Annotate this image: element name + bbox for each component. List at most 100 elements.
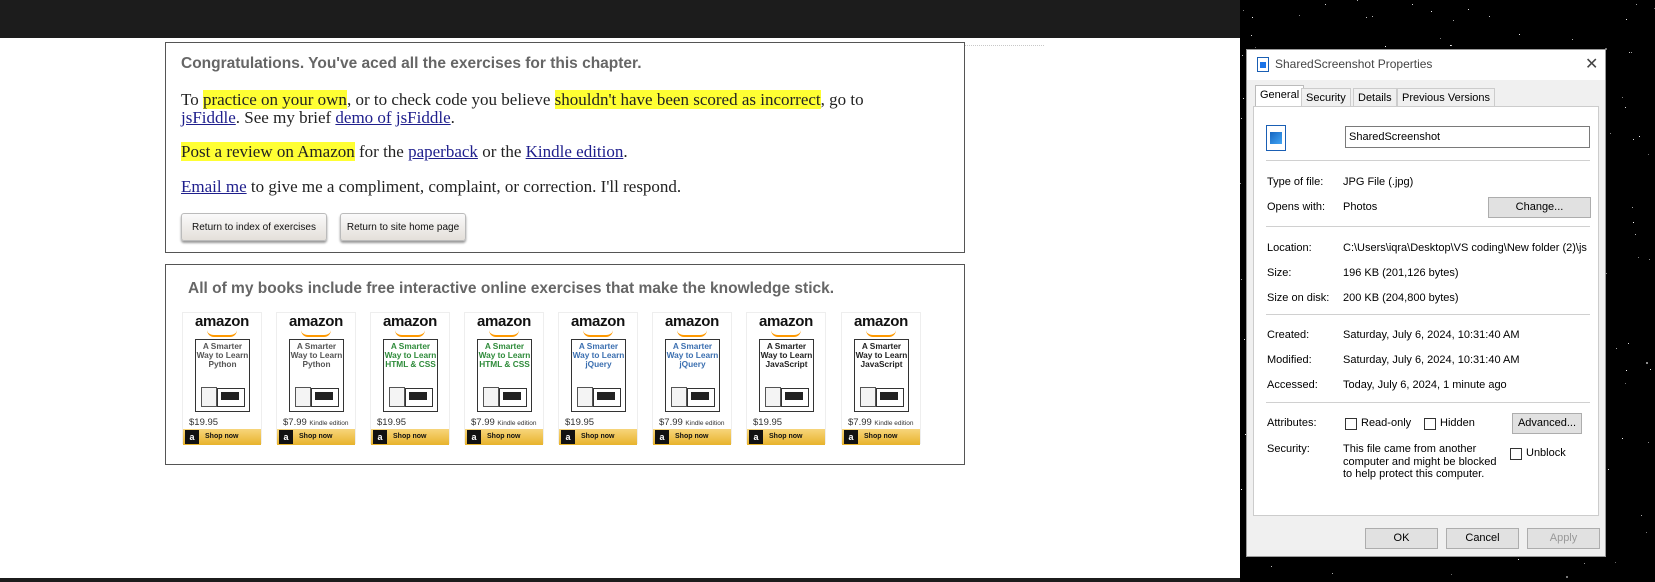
ok-button[interactable]: OK [1365, 528, 1438, 549]
amazon-a-icon: a [561, 430, 575, 444]
tab-details[interactable]: Details [1353, 88, 1397, 106]
apply-button[interactable]: Apply [1527, 528, 1600, 549]
star [1241, 279, 1242, 280]
review-highlight: Post a review on Amazon [181, 142, 355, 161]
star [1468, 9, 1469, 10]
tab-security[interactable]: Security [1301, 88, 1351, 106]
book-cover[interactable]: A Smarter Way to Learn Python [195, 339, 250, 412]
type-label: Type of file: [1267, 176, 1324, 188]
unblock-checkbox[interactable] [1510, 448, 1522, 460]
book-card[interactable]: amazon A Smarter Way to Learn Python $19.9… [182, 312, 262, 445]
return-index-button[interactable]: Return to index of exercises [181, 213, 327, 241]
jsfiddle-link[interactable]: jsFiddle [181, 108, 236, 127]
book-card[interactable]: amazon A Smarter Way to Learn HTML & CSS $… [464, 312, 544, 445]
accessed-value: Today, July 6, 2024, 1 minute ago [1343, 379, 1507, 391]
kindle-edition-link[interactable]: Kindle edition [526, 142, 624, 161]
star [1451, 45, 1452, 46]
book-cover[interactable]: A Smarter Way to Learn HTML & CSS [383, 339, 438, 412]
book-price: $7.99 Kindle edition [471, 417, 537, 428]
book-card[interactable]: amazon A Smarter Way to Learn Python $7.99… [276, 312, 356, 445]
shop-now-button[interactable]: a Shop now [183, 429, 261, 445]
jsfiddle-demo-link[interactable]: jsFiddle [396, 108, 451, 127]
book-cover[interactable]: A Smarter Way to Learn Python [289, 339, 344, 412]
demo-link[interactable]: demo of [335, 108, 391, 127]
book-cover[interactable]: A Smarter Way to Learn jQuery [665, 339, 720, 412]
congrats-heading: Congratulations. You've aced all the exe… [181, 55, 642, 72]
book-price: $7.99 Kindle edition [848, 417, 914, 428]
accessed-label: Accessed: [1267, 379, 1318, 391]
book-title: A Smarter Way to Learn jQuery [666, 341, 719, 369]
shop-now-button[interactable]: a Shop now [653, 429, 731, 445]
star [1625, 383, 1626, 384]
amazon-a-icon: a [655, 430, 669, 444]
amazon-a-icon: a [279, 430, 293, 444]
unblock-label: Unblock [1526, 447, 1566, 459]
star [1646, 532, 1647, 533]
hidden-label: Hidden [1440, 417, 1475, 429]
book-cover[interactable]: A Smarter Way to Learn JavaScript [759, 339, 814, 412]
star [1566, 576, 1568, 578]
shop-now-button[interactable]: a Shop now [277, 429, 355, 445]
book-card[interactable]: amazon A Smarter Way to Learn jQuery $19.9… [558, 312, 638, 445]
amazon-logo: amazon [288, 313, 344, 330]
star [1615, 562, 1616, 563]
star [1626, 19, 1627, 20]
tablet-icon [201, 387, 217, 407]
book-cover[interactable]: A Smarter Way to Learn JavaScript [854, 339, 909, 412]
star [1622, 97, 1623, 98]
star [1608, 469, 1609, 470]
filename-field[interactable]: SharedScreenshot [1345, 126, 1590, 148]
attributes-label: Attributes: [1267, 417, 1317, 429]
close-icon[interactable]: ✕ [1585, 54, 1598, 74]
advanced-button[interactable]: Advanced... [1512, 413, 1582, 434]
star [1650, 369, 1651, 370]
amazon-a-icon: a [467, 430, 481, 444]
amazon-smile-icon [301, 330, 331, 337]
paperback-link[interactable]: paperback [408, 142, 478, 161]
book-cover[interactable]: A Smarter Way to Learn HTML & CSS [477, 339, 532, 412]
book-card[interactable]: amazon A Smarter Way to Learn jQuery $7.99… [652, 312, 732, 445]
dialog-title: SharedScreenshot Properties [1275, 57, 1433, 71]
return-home-button[interactable]: Return to site home page [340, 213, 466, 241]
star [1626, 370, 1627, 371]
hidden-checkbox[interactable] [1424, 418, 1436, 430]
laptop-icon [687, 388, 715, 407]
book-cover[interactable]: A Smarter Way to Learn jQuery [571, 339, 626, 412]
book-price: $19.95 [753, 417, 783, 428]
star [1255, 47, 1256, 48]
tablet-icon [295, 387, 311, 407]
book-card[interactable]: amazon A Smarter Way to Learn JavaScript $… [746, 312, 826, 445]
shop-now-button[interactable]: a Shop now [465, 429, 543, 445]
star [1636, 4, 1637, 5]
tablet-icon [765, 387, 781, 407]
shop-now-button[interactable]: a Shop now [747, 429, 825, 445]
chapter-complete-box: Congratulations. You've aced all the exe… [165, 42, 965, 253]
star [1251, 35, 1252, 36]
shop-now-button[interactable]: a Shop now [559, 429, 637, 445]
star [1584, 563, 1585, 564]
book-title: A Smarter Way to Learn HTML & CSS [478, 341, 531, 369]
amazon-logo: amazon [853, 313, 909, 330]
bottom-bar [0, 578, 1240, 582]
tab-previous-versions[interactable]: Previous Versions [1397, 88, 1496, 106]
tab-general[interactable]: General [1255, 85, 1305, 106]
cancel-button[interactable]: Cancel [1446, 528, 1519, 549]
readonly-checkbox[interactable] [1345, 418, 1357, 430]
change-button[interactable]: Change... [1488, 197, 1591, 218]
amazon-logo: amazon [570, 313, 626, 330]
shop-now-button[interactable]: a Shop now [371, 429, 449, 445]
laptop-icon [876, 388, 904, 407]
laptop-icon [405, 388, 433, 407]
shop-now-button[interactable]: a Shop now [842, 429, 920, 445]
book-card[interactable]: amazon A Smarter Way to Learn HTML & CSS $… [370, 312, 450, 445]
amazon-smile-icon [583, 330, 613, 337]
star [1243, 98, 1244, 99]
books-box: All of my books include free interactive… [165, 264, 965, 465]
book-card[interactable]: amazon A Smarter Way to Learn JavaScript $… [841, 312, 921, 445]
tablet-icon [577, 387, 593, 407]
divider [1266, 160, 1590, 161]
email-me-link[interactable]: Email me [181, 177, 247, 196]
star [1271, 566, 1272, 567]
star [1385, 46, 1386, 47]
tablet-icon [860, 387, 876, 407]
